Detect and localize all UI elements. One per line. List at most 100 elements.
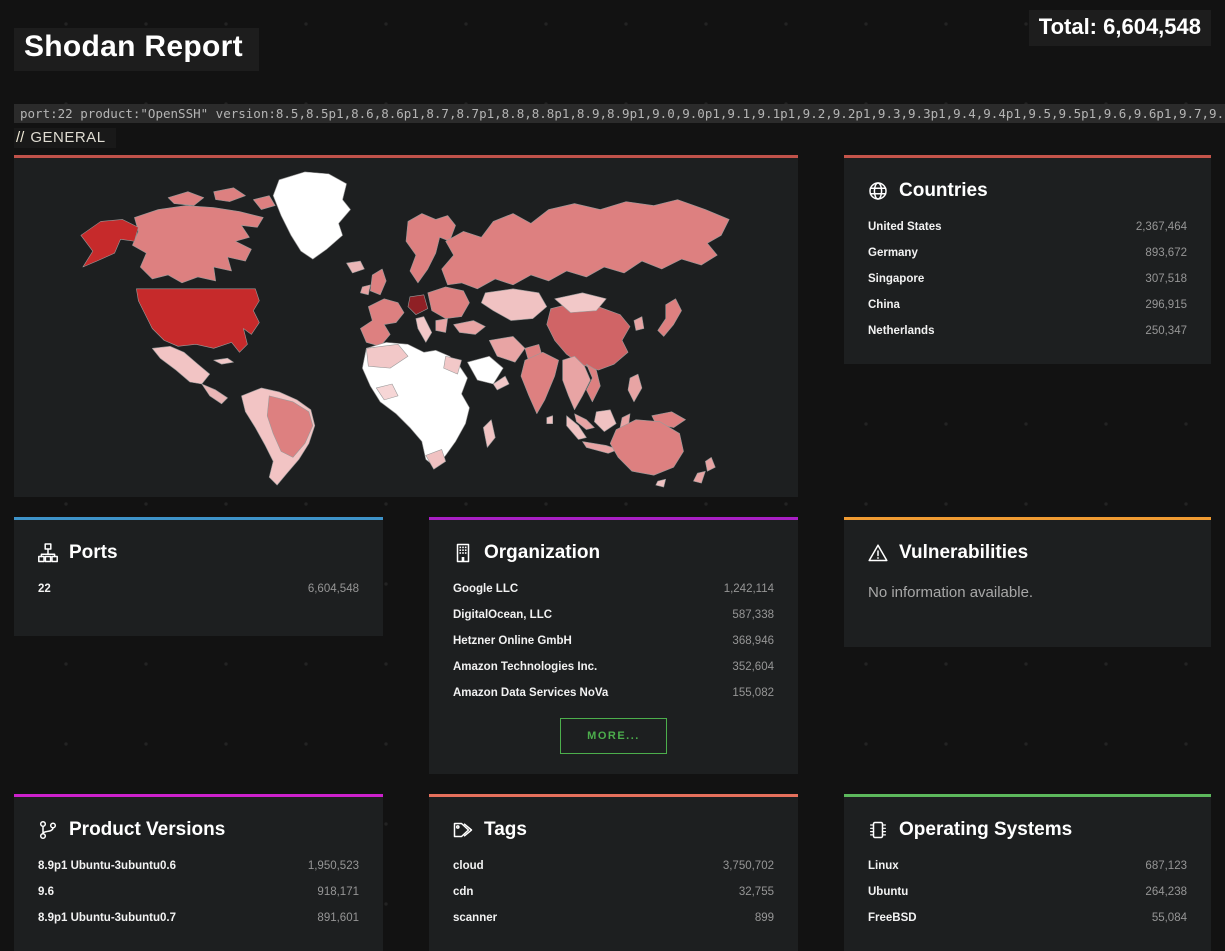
chip-icon	[868, 820, 888, 840]
row-label: 9.6	[38, 886, 54, 898]
search-query-bar[interactable]: port:22 product:"OpenSSH" version:8.5,8.…	[14, 104, 1225, 123]
row-value: 368,946	[732, 635, 774, 647]
table-row[interactable]: Hetzner Online GmbH 368,946	[453, 628, 774, 654]
region-turkey[interactable]	[454, 321, 486, 335]
row-label: Hetzner Online GmbH	[453, 635, 572, 647]
card-title: Product Versions	[69, 819, 225, 841]
card-title: Vulnerabilities	[899, 542, 1028, 564]
region-japan[interactable]	[658, 299, 682, 337]
region-italy[interactable]	[416, 317, 432, 343]
region-iran[interactable]	[489, 337, 525, 363]
table-row[interactable]: 8.9p1 Ubuntu-3ubuntu0.7891,601	[38, 905, 359, 931]
region-madagascar[interactable]	[483, 420, 495, 448]
ports-card-header: Ports	[38, 542, 359, 564]
region-iceland[interactable]	[347, 261, 365, 273]
table-row[interactable]: scanner899	[453, 905, 774, 931]
row-label: Linux	[868, 860, 899, 872]
region-greenland[interactable]	[273, 172, 350, 259]
product-versions-card-header: Product Versions	[38, 819, 359, 841]
table-row[interactable]: 22 6,604,548	[38, 576, 359, 602]
globe-icon	[868, 181, 888, 201]
page-title: Shodan Report	[14, 28, 259, 71]
section-title: GENERAL	[30, 129, 105, 146]
region-usa[interactable]	[136, 289, 259, 352]
region-china[interactable]	[547, 303, 630, 370]
tags-rows: cloud 3,750,702 cdn 32,755 scanner899	[453, 853, 774, 931]
region-philippines[interactable]	[628, 374, 642, 402]
row-value: 3,750,702	[723, 860, 774, 872]
table-row[interactable]: Google LLC1,242,114	[453, 576, 774, 602]
table-row[interactable]: 8.9p1 Ubuntu-3ubuntu0.61,950,523	[38, 853, 359, 879]
world-map-choropleth[interactable]	[14, 158, 798, 497]
region-kazakhstan[interactable]	[481, 289, 546, 321]
table-row[interactable]: Amazon Technologies Inc.352,604	[453, 654, 774, 680]
region-canada-islands[interactable]	[214, 188, 246, 202]
region-canada-islands[interactable]	[168, 192, 204, 206]
more-button-wrapper: MORE...	[453, 718, 774, 754]
region-saudi[interactable]	[467, 356, 503, 384]
region-alaska[interactable]	[81, 220, 138, 268]
region-borneo[interactable]	[594, 410, 616, 432]
tags-icon	[453, 820, 473, 840]
region-canada-islands[interactable]	[253, 196, 275, 210]
sitemap-icon	[38, 543, 58, 563]
countries-card: Countries United States2,367,464 Germany…	[844, 155, 1211, 364]
row-value: 6,604,548	[308, 583, 359, 595]
table-row[interactable]: 9.6918,171	[38, 879, 359, 905]
region-eastern-europe[interactable]	[428, 287, 470, 319]
table-row[interactable]: Singapore307,518	[868, 266, 1187, 292]
table-row[interactable]: DigitalOcean, LLC587,338	[453, 602, 774, 628]
region-russia[interactable]	[442, 200, 729, 289]
table-row[interactable]: FreeBSD55,084	[868, 905, 1187, 931]
row-label: 22	[38, 583, 51, 595]
organization-rows: Google LLC1,242,114 DigitalOcean, LLC587…	[453, 576, 774, 706]
card-title: Operating Systems	[899, 819, 1072, 841]
section-prefix: //	[16, 129, 24, 146]
table-row[interactable]: United States2,367,464	[868, 214, 1187, 240]
region-tasmania[interactable]	[656, 479, 666, 487]
region-india[interactable]	[521, 352, 559, 413]
more-button[interactable]: MORE...	[560, 718, 667, 754]
building-icon	[453, 543, 473, 563]
region-cuba[interactable]	[214, 358, 234, 364]
product-versions-card: Product Versions 8.9p1 Ubuntu-3ubuntu0.6…	[14, 794, 383, 951]
row-value: 32,755	[739, 886, 774, 898]
table-row[interactable]: cdn 32,755	[453, 879, 774, 905]
table-row[interactable]: Amazon Data Services NoVa155,082	[453, 680, 774, 706]
row-label: United States	[868, 221, 942, 233]
world-map-card	[14, 155, 798, 497]
region-ireland[interactable]	[360, 285, 370, 295]
card-title: Countries	[899, 180, 988, 202]
region-mexico[interactable]	[152, 347, 209, 385]
region-germany[interactable]	[408, 295, 428, 315]
row-label: cloud	[453, 860, 484, 872]
table-row[interactable]: China296,915	[868, 292, 1187, 318]
region-uk[interactable]	[370, 269, 386, 295]
region-france-iberia[interactable]	[360, 299, 404, 347]
table-row[interactable]: cloud 3,750,702	[453, 853, 774, 879]
table-row[interactable]: Germany893,672	[868, 240, 1187, 266]
region-new-zealand[interactable]	[693, 471, 705, 483]
section-general-label: // GENERAL	[14, 128, 116, 148]
operating-systems-rows: Linux 687,123 Ubuntu264,238 FreeBSD55,084	[868, 853, 1187, 931]
operating-systems-card: Operating Systems Linux 687,123 Ubuntu264…	[844, 794, 1211, 951]
row-label: China	[868, 299, 900, 311]
region-australia[interactable]	[610, 420, 683, 476]
region-balkans[interactable]	[436, 319, 448, 333]
row-value: 687,123	[1145, 860, 1187, 872]
row-value: 55,084	[1152, 912, 1187, 924]
total-count: Total: 6,604,548	[1029, 10, 1211, 46]
row-label: cdn	[453, 886, 473, 898]
table-row[interactable]: Ubuntu264,238	[868, 879, 1187, 905]
region-sri-lanka[interactable]	[547, 416, 553, 424]
region-central-america[interactable]	[202, 384, 228, 404]
table-row[interactable]: Linux 687,123	[868, 853, 1187, 879]
region-new-zealand[interactable]	[705, 458, 715, 472]
table-row[interactable]: Netherlands250,347	[868, 318, 1187, 344]
row-value: 250,347	[1145, 325, 1187, 337]
region-canada[interactable]	[132, 206, 263, 283]
region-korea[interactable]	[634, 317, 644, 331]
row-label: Singapore	[868, 273, 924, 285]
organization-card: Organization Google LLC1,242,114 Digital…	[429, 517, 798, 774]
row-label: Germany	[868, 247, 918, 259]
